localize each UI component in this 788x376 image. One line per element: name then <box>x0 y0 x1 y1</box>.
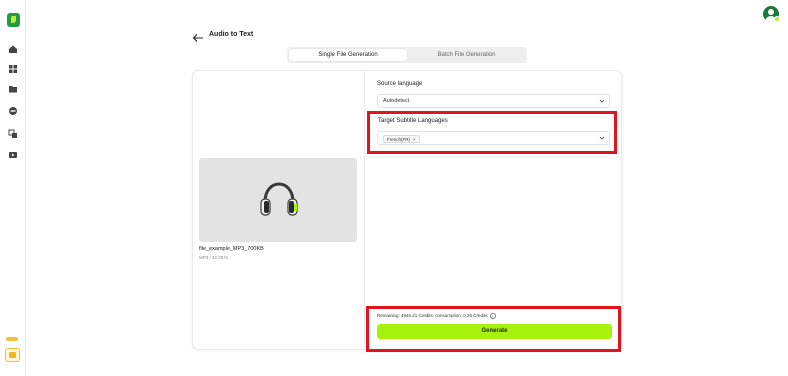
video-icon[interactable] <box>8 150 18 160</box>
credits-info: Remaining: 4945.21 Credits; consumption:… <box>377 313 496 319</box>
pro-badge[interactable] <box>6 337 18 341</box>
back-arrow-icon[interactable] <box>192 30 204 42</box>
page-title: Audio to Text <box>209 31 254 38</box>
chevron-down-icon <box>599 98 605 104</box>
file-name: file_example_MP3_700KB <box>199 246 264 252</box>
generate-button[interactable]: Generate <box>377 324 612 339</box>
folder-icon[interactable] <box>8 84 18 94</box>
gift-icon[interactable] <box>5 348 20 362</box>
generation-mode-tabs: Single File Generation Batch File Genera… <box>287 47 527 63</box>
source-language-value: Autodetect <box>383 98 410 104</box>
disc-icon[interactable] <box>8 106 18 116</box>
tab-batch-file[interactable]: Batch File Generation <box>408 49 525 61</box>
file-meta: MP3 / 42.057s <box>199 255 229 260</box>
source-language-label: Source language <box>377 81 423 87</box>
home-icon[interactable] <box>8 44 18 54</box>
grid-icon[interactable] <box>8 64 18 74</box>
tab-single-file[interactable]: Single File Generation <box>289 49 407 61</box>
headphones-icon <box>258 180 300 218</box>
online-status-dot <box>774 16 780 22</box>
target-languages-highlight <box>367 111 617 154</box>
source-language-select[interactable]: Autodetect <box>377 94 610 108</box>
credits-text: Remaining: 4945.21 Credits; consumption:… <box>377 313 488 319</box>
info-icon[interactable]: i <box>489 313 496 319</box>
sidebar <box>0 0 26 376</box>
app-logo[interactable] <box>7 13 20 27</box>
card-divider <box>364 70 365 350</box>
translate-icon[interactable] <box>8 129 18 139</box>
